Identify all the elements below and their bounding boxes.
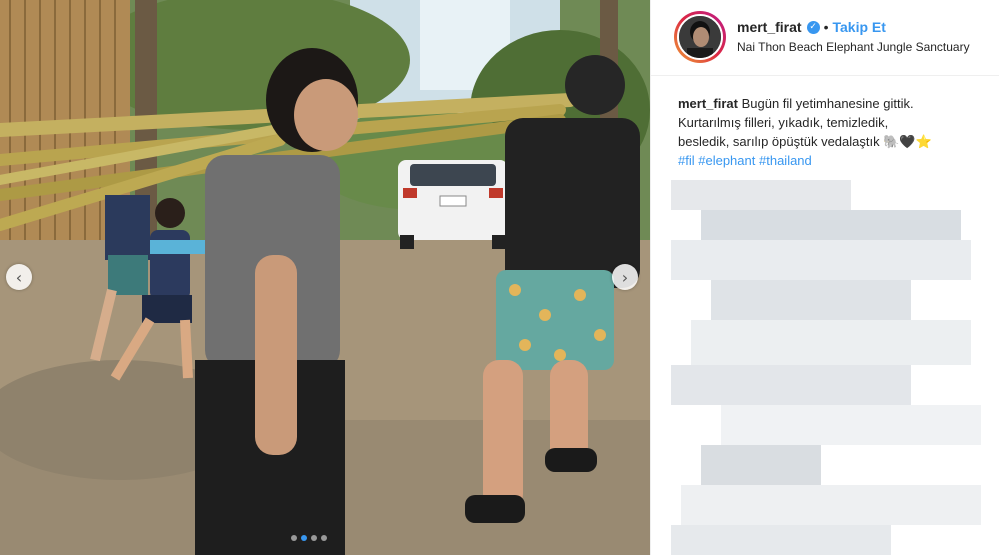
post-photo: ‹ › [0, 0, 650, 555]
post-header: mert_firat ✓ • Takip Et Nai Thon Beach E… [651, 0, 999, 76]
caption-line-3: besledik, sarılıp öpüştük vedalaştık 🐘🖤⭐ [678, 134, 932, 149]
caption-line-2: Kurtarılmış filleri, yıkadık, temizledik… [678, 115, 889, 130]
carousel-dot [291, 535, 297, 541]
avatar-story-ring[interactable] [674, 11, 726, 63]
chevron-left-icon: ‹ [15, 267, 23, 287]
follow-button[interactable]: Takip Et [833, 19, 886, 35]
pixelated-comments-area [671, 180, 999, 555]
chevron-right-icon: › [621, 267, 629, 287]
post-sidebar: mert_firat ✓ • Takip Et Nai Thon Beach E… [650, 0, 999, 555]
post-caption: mert_firat Bugün fil yetimhanesine gitti… [678, 94, 978, 170]
caption-username[interactable]: mert_firat [678, 96, 738, 111]
avatar[interactable] [677, 14, 723, 60]
username-link[interactable]: mert_firat [737, 19, 802, 35]
hashtag-link[interactable]: #thailand [759, 153, 812, 168]
carousel-dot-active [301, 535, 307, 541]
carousel-dot [311, 535, 317, 541]
verified-badge-icon: ✓ [806, 20, 820, 34]
carousel-indicator [291, 535, 327, 541]
carousel-prev-button[interactable]: ‹ [6, 264, 32, 290]
carousel-next-button[interactable]: › [612, 264, 638, 290]
hashtag-link[interactable]: #fil [678, 153, 695, 168]
location-link[interactable]: Nai Thon Beach Elephant Jungle Sanctuary [737, 40, 970, 54]
hashtag-link[interactable]: #elephant [698, 153, 755, 168]
photo-scene [0, 0, 650, 555]
carousel-dot [321, 535, 327, 541]
caption-line-1: Bugün fil yetimhanesine gittik. [741, 96, 914, 111]
header-user-row: mert_firat ✓ • Takip Et [737, 19, 886, 35]
separator: • [823, 19, 829, 35]
